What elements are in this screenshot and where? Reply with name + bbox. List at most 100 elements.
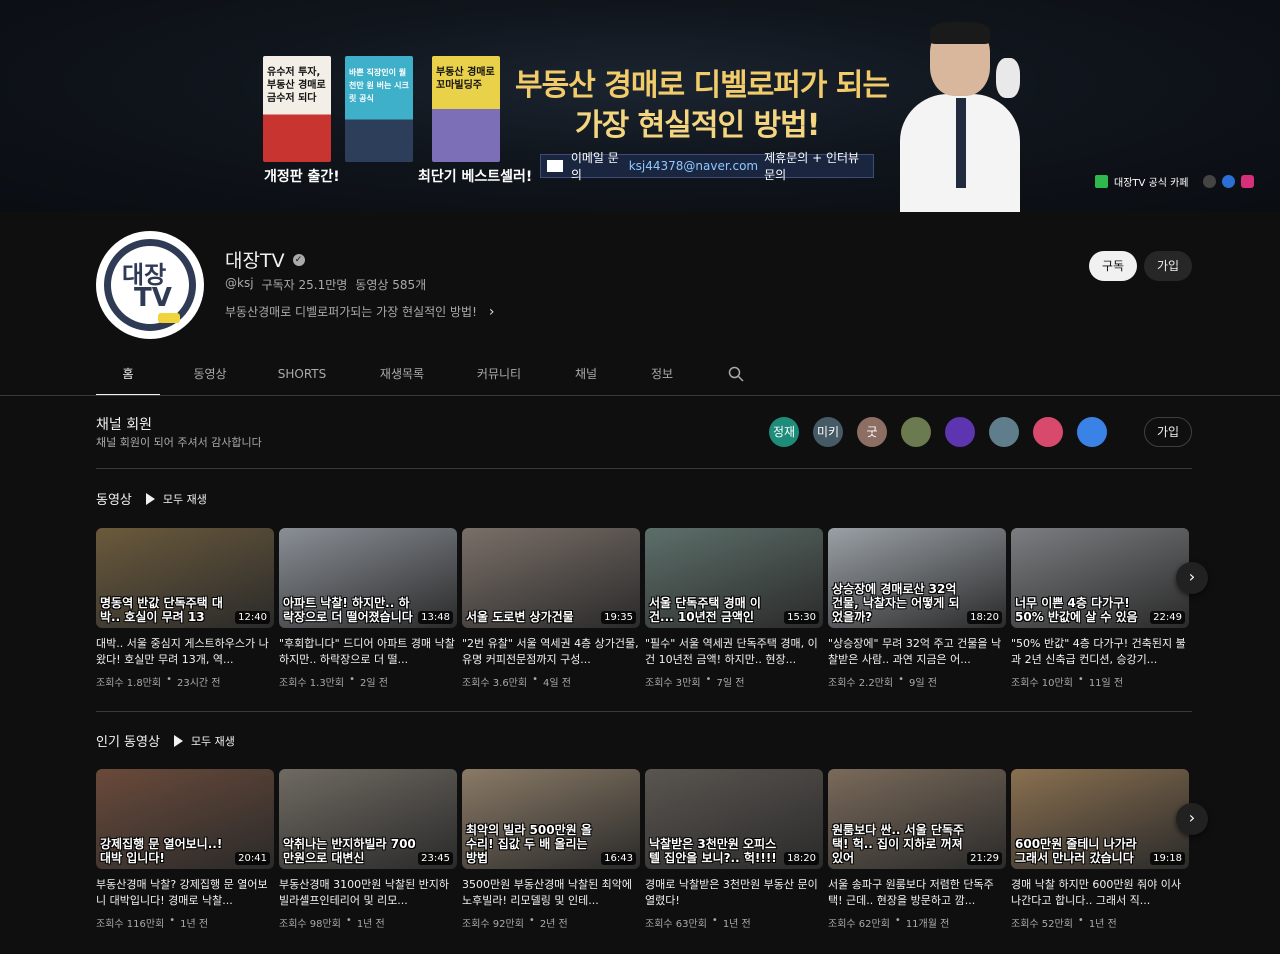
video-card[interactable]: 원룸보다 싼.. 서울 단독주택! 헉.. 집이 지하로 꺼져 있어 21:29 서…: [828, 769, 1006, 930]
view-count: 조회수 3.6만회: [462, 678, 528, 689]
smile-link-icon[interactable]: [1221, 175, 1235, 188]
tab-home[interactable]: 홈: [96, 354, 160, 396]
subscribe-button[interactable]: 구독: [1089, 251, 1137, 281]
video-duration: 22:49: [1150, 611, 1185, 624]
banner-caption-2: 최단기 베스트셀러!: [418, 169, 533, 185]
member-avatar[interactable]: [901, 417, 931, 447]
member-avatar[interactable]: [1033, 417, 1063, 447]
meta-separator: •: [528, 915, 535, 926]
video-card[interactable]: 낙찰받은 3천만원 오피스텔 집안을 보니?.. 헉!!!! 18:20 경매로 낙…: [645, 769, 823, 930]
video-card[interactable]: 악취나는 반지하빌라 700만원으로 대변신 23:45 부동산경매 3100만원 …: [279, 769, 457, 930]
video-card[interactable]: 서울 단독주택 경매 이건... 10년전 금액인 15:30 "필수" 서울 역세…: [645, 528, 823, 689]
tab-about[interactable]: 정보: [628, 354, 696, 396]
member-avatars: 정재 미키 굿: [769, 417, 1107, 447]
members-title: 채널 회원: [96, 417, 152, 433]
video-title[interactable]: 서울 송파구 원룸보다 저렴한 단독주택! 근데.. 현장을 방문하고 깜...: [828, 877, 1006, 909]
video-title[interactable]: "후회합니다" 드디어 아파트 경매 낙찰 하지만.. 하락장으로 더 떨...: [279, 636, 457, 668]
video-card[interactable]: 명동역 반값 단독주택 대박.. 호실이 무려 13 12:40 대박.. 서울 중…: [96, 528, 274, 689]
tab-playlists[interactable]: 재생목록: [350, 354, 454, 396]
video-thumbnail[interactable]: 서울 단독주택 경매 이건... 10년전 금액인 15:30: [645, 528, 823, 628]
channel-avatar[interactable]: 대장 TV: [96, 231, 204, 339]
meta-separator: •: [1077, 915, 1084, 926]
video-thumbnail[interactable]: 원룸보다 싼.. 서울 단독주택! 헉.. 집이 지하로 꺼져 있어 21:29: [828, 769, 1006, 869]
view-count: 조회수 1.8만회: [96, 678, 162, 689]
video-thumbnail[interactable]: 600만원 줄테니 나가라 그래서 만나러 갔습니다 19:18: [1011, 769, 1189, 869]
video-card[interactable]: 강제집행 문 열어보니..! 대박 입니다! 20:41 부동산경매 낙찰? 강제집…: [96, 769, 274, 930]
video-thumbnail[interactable]: 상승장에 경매로산 32억 건물, 낙찰자는 어떻게 되었을까? 18:20: [828, 528, 1006, 628]
video-card[interactable]: 서울 도로변 상가건물 19:35 "2번 유찰" 서울 역세권 4층 상가건물, …: [462, 528, 640, 689]
video-title[interactable]: 대박.. 서울 중심지 게스트하우스가 나왔다! 호실만 무려 13개, 역..…: [96, 636, 274, 668]
shelf-next-button[interactable]: ›: [1176, 803, 1208, 835]
video-title[interactable]: "50% 반값" 4층 다가구! 건축된지 불과 2년 신축급 컨디션, 승강기…: [1011, 636, 1189, 668]
view-count: 조회수 98만회: [279, 919, 341, 930]
video-thumbnail[interactable]: 아파트 낙찰! 하지만.. 하락장으로 더 떨어졌습니다 13:48: [279, 528, 457, 628]
join-button[interactable]: 가입: [1144, 251, 1192, 281]
cafe-link[interactable]: 대장TV 공식 카페: [1114, 174, 1189, 189]
videos-section-header: 동영상 모두 재생: [96, 489, 207, 508]
member-avatar[interactable]: 미키: [813, 417, 843, 447]
video-title[interactable]: 부동산경매 낙찰? 강제집행 문 열어보니 대박입니다! 경매로 낙찰...: [96, 877, 274, 909]
tab-shorts[interactable]: SHORTS: [254, 354, 350, 396]
book-cover-2: 바쁜 직장인이 월 천만 원 버는 시크릿 공식: [345, 56, 413, 162]
play-all-label: 모두 재생: [190, 734, 235, 748]
member-avatar[interactable]: 굿: [857, 417, 887, 447]
video-title[interactable]: "2번 유찰" 서울 역세권 4층 상가건물, 유명 커피전문점까지 구성...: [462, 636, 640, 668]
video-thumbnail[interactable]: 너무 이쁜 4층 다가구! 50% 반값에 살 수 있음 22:49: [1011, 528, 1189, 628]
video-title[interactable]: "상승장에" 무려 32억 주고 건물을 낙찰받은 사람.. 과연 지금은 어.…: [828, 636, 1006, 668]
video-count: 동영상 585개: [355, 278, 427, 292]
video-title[interactable]: 경매 낙찰 하지만 600만원 줘야 이사나간다고 합니다.. 그래서 직...: [1011, 877, 1189, 909]
video-thumbnail[interactable]: 낙찰받은 3천만원 오피스텔 집안을 보니?.. 헉!!!! 18:20: [645, 769, 823, 869]
video-title[interactable]: "필수" 서울 역세권 단독주택 경매, 이건 10년전 금액! 하지만.. 현…: [645, 636, 823, 668]
video-meta: 조회수 62만회 • 11개월 전: [828, 915, 1006, 930]
video-title[interactable]: 3500만원 부동산경매 낙찰된 최악에 노후빌라! 리모델링 및 인테...: [462, 877, 640, 909]
members-subtitle: 채널 회원이 되어 주셔서 감사합니다: [96, 436, 262, 449]
mail-address: ksj44378@naver.com: [628, 159, 759, 173]
channel-tabs: 홈 동영상 SHORTS 재생목록 커뮤니티 채널 정보: [96, 354, 1192, 396]
thumbnail-caption: 악취나는 반지하빌라 700만원으로 대변신: [283, 837, 416, 865]
video-duration: 23:45: [418, 852, 453, 865]
video-thumbnail[interactable]: 최악의 빌라 500만원 올 수리! 집값 두 배 올리는 방법 16:43: [462, 769, 640, 869]
video-card[interactable]: 상승장에 경매로산 32억 건물, 낙찰자는 어떻게 되었을까? 18:20 "상승…: [828, 528, 1006, 689]
video-meta: 조회수 52만회 • 1년 전: [1011, 915, 1189, 930]
view-count: 조회수 2.2만회: [828, 678, 894, 689]
tab-community[interactable]: 커뮤니티: [454, 354, 544, 396]
tabs-divider: [0, 395, 1280, 396]
instagram-icon[interactable]: [1240, 175, 1254, 188]
meta-separator: •: [1077, 674, 1084, 685]
member-avatar[interactable]: [989, 417, 1019, 447]
search-icon[interactable]: [728, 366, 744, 382]
video-thumbnail[interactable]: 강제집행 문 열어보니..! 대박 입니다! 20:41: [96, 769, 274, 869]
video-thumbnail[interactable]: 서울 도로변 상가건물 19:35: [462, 528, 640, 628]
video-card[interactable]: 600만원 줄테니 나가라 그래서 만나러 갔습니다 19:18 경매 낙찰 하지만…: [1011, 769, 1189, 930]
link-icon[interactable]: [1202, 175, 1216, 188]
shelf-next-button[interactable]: ›: [1176, 562, 1208, 594]
channel-description[interactable]: 부동산경매로 디벨로퍼가되는 가장 현실적인 방법! ›: [225, 303, 495, 320]
videos-play-all[interactable]: 모두 재생: [145, 491, 207, 507]
banner-links: 대장TV 공식 카페: [1095, 174, 1254, 189]
view-count: 조회수 52만회: [1011, 919, 1073, 930]
members-join-button[interactable]: 가입: [1144, 417, 1192, 447]
video-title[interactable]: 경매로 낙찰받은 3천만원 부동산 문이 열렸다!: [645, 877, 823, 909]
thumbnail-caption: 너무 이쁜 4층 다가구! 50% 반값에 살 수 있음: [1015, 596, 1138, 624]
thumbnail-caption: 명동역 반값 단독주택 대박.. 호실이 무려 13: [100, 596, 223, 624]
cafe-icon[interactable]: [1095, 175, 1108, 188]
view-count: 조회수 92만회: [462, 919, 524, 930]
channel-description-text: 부동산경매로 디벨로퍼가되는 가장 현실적인 방법!: [225, 305, 477, 319]
tab-videos[interactable]: 동영상: [166, 354, 254, 396]
tab-channels[interactable]: 채널: [544, 354, 628, 396]
book-cover-3: 부동산 경매로 꼬마빌딩주: [432, 56, 500, 162]
member-avatar[interactable]: 정재: [769, 417, 799, 447]
video-card[interactable]: 최악의 빌라 500만원 올 수리! 집값 두 배 올리는 방법 16:43 350…: [462, 769, 640, 930]
video-card[interactable]: 아파트 낙찰! 하지만.. 하락장으로 더 떨어졌습니다 13:48 "후회합니다"…: [279, 528, 457, 689]
member-avatar[interactable]: [945, 417, 975, 447]
popular-play-all[interactable]: 모두 재생: [173, 733, 235, 749]
chevron-right-icon[interactable]: ›: [489, 304, 495, 320]
video-meta: 조회수 98만회 • 1년 전: [279, 915, 457, 930]
member-avatar[interactable]: [1077, 417, 1107, 447]
video-meta: 조회수 92만회 • 2년 전: [462, 915, 640, 930]
video-thumbnail[interactable]: 명동역 반값 단독주택 대박.. 호실이 무려 13 12:40: [96, 528, 274, 628]
video-card[interactable]: 너무 이쁜 4층 다가구! 50% 반값에 살 수 있음 22:49 "50% 반값…: [1011, 528, 1189, 689]
upload-time: 2일 전: [360, 678, 388, 689]
video-thumbnail[interactable]: 악취나는 반지하빌라 700만원으로 대변신 23:45: [279, 769, 457, 869]
video-title[interactable]: 부동산경매 3100만원 낙찰된 반지하 빌라셀프인테리어 및 리모...: [279, 877, 457, 909]
